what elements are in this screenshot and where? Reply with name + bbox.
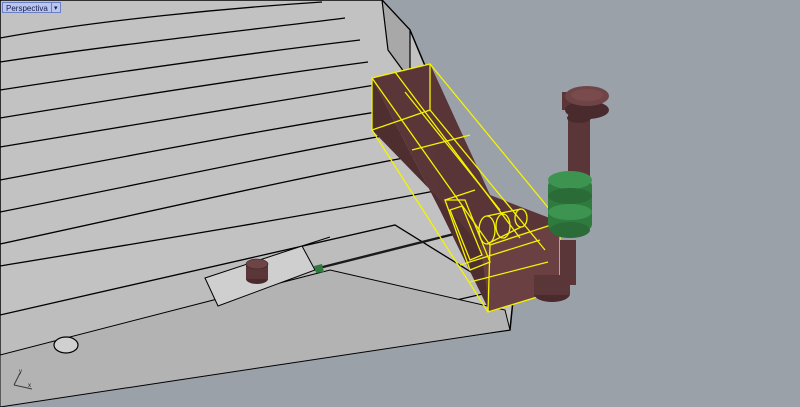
pin[interactable] — [245, 258, 269, 284]
clamp-collar[interactable] — [548, 171, 592, 238]
axis-x-label: x — [28, 383, 31, 389]
bolt-hole — [53, 336, 79, 354]
viewport-title[interactable]: Perspectiva — [2, 2, 51, 13]
perspective-viewport[interactable]: Perspectiva ▾ x y — [0, 0, 800, 407]
viewport-tab[interactable]: Perspectiva ▾ — [2, 2, 61, 13]
3d-scene[interactable] — [0, 0, 800, 407]
dropdown-arrow-icon[interactable]: ▾ — [50, 2, 61, 13]
axis-gizmo: x y — [13, 369, 33, 390]
axis-y-label: y — [19, 369, 22, 375]
